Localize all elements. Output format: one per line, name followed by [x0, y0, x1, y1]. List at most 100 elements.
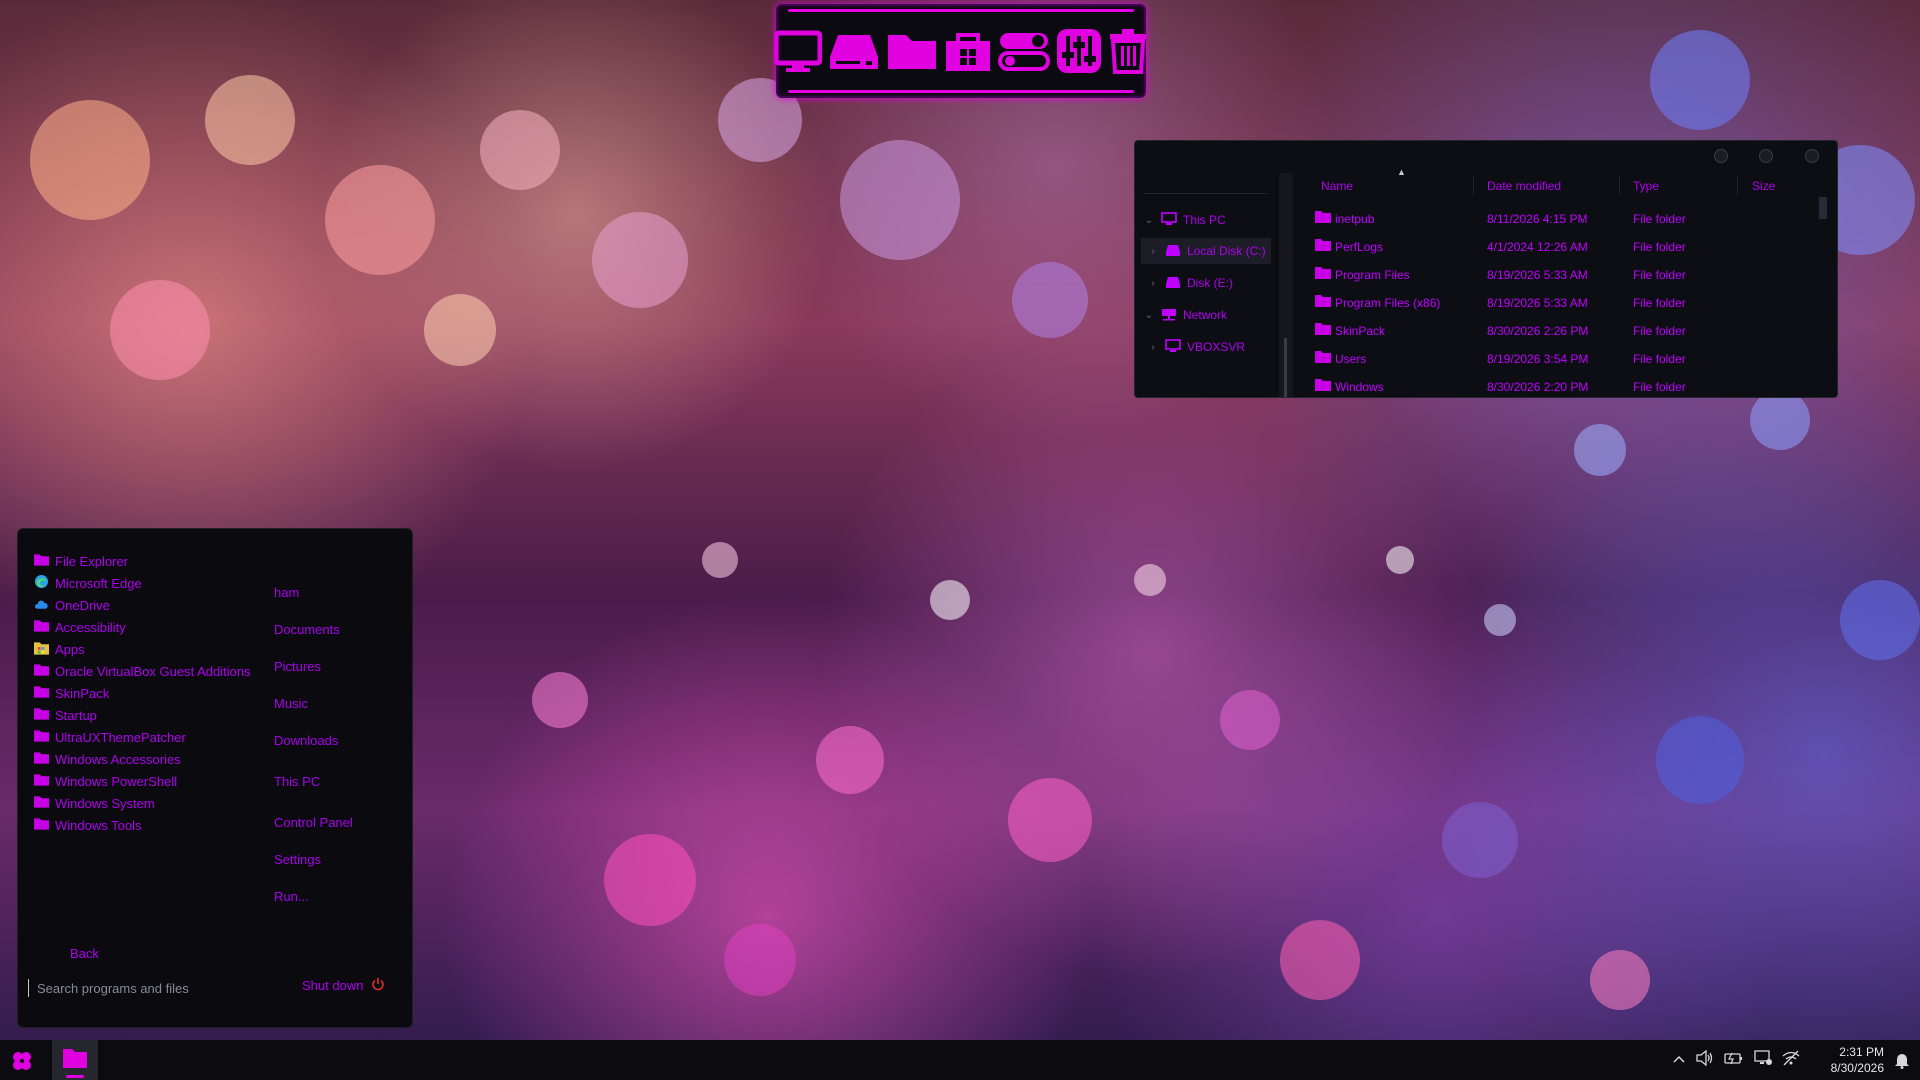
column-header-name[interactable]: Name: [1321, 179, 1353, 193]
maximize-button[interactable]: [1759, 149, 1773, 163]
shutdown-button[interactable]: Shut down: [302, 977, 385, 994]
shutdown-label: Shut down: [302, 978, 364, 993]
network-icon[interactable]: [1754, 1049, 1772, 1071]
program-onedrive[interactable]: OneDrive: [34, 595, 110, 615]
chevron-down-icon[interactable]: ⌄: [1143, 310, 1155, 321]
nav-item-local-disk-c[interactable]: › Local Disk (C:): [1141, 238, 1271, 264]
folder-icon: [34, 707, 49, 723]
program-ultrauxthemepatcher[interactable]: UltraUXThemePatcher: [34, 727, 186, 747]
file-row[interactable]: Windows 8/30/2026 2:20 PM File folder: [1297, 373, 1827, 397]
scrollbar-thumb[interactable]: [1284, 338, 1287, 397]
start-button[interactable]: [10, 1050, 34, 1072]
program-windows-accessories[interactable]: Windows Accessories: [34, 749, 181, 769]
dock-drive-icon[interactable]: [828, 25, 880, 77]
dock-recycle-bin-icon[interactable]: [1108, 25, 1148, 77]
monitor-icon: [1165, 338, 1181, 356]
file-name: SkinPack: [1335, 324, 1386, 338]
file-name: PerfLogs: [1335, 240, 1384, 254]
search-box[interactable]: [28, 973, 268, 1003]
flower-logo-icon: [13, 1052, 31, 1070]
place-pictures[interactable]: Pictures: [274, 659, 321, 674]
program-skinpack[interactable]: SkinPack: [34, 683, 109, 703]
file-date: 4/1/2024 12:26 AM: [1487, 240, 1588, 254]
nav-item-label: VBOXSVR: [1187, 340, 1246, 354]
chevron-right-icon[interactable]: ›: [1147, 278, 1159, 289]
system-tray: [1672, 1040, 1800, 1080]
program-file-explorer[interactable]: File Explorer: [34, 551, 128, 571]
program-label: Apps: [55, 641, 85, 657]
program-microsoft-edge[interactable]: Microsoft Edge: [34, 573, 142, 593]
folder-icon: [34, 553, 49, 569]
place-user-folder[interactable]: ham: [274, 585, 299, 600]
column-header-size[interactable]: Size: [1752, 179, 1775, 193]
volume-icon[interactable]: [1696, 1049, 1714, 1071]
dock-settings-icon[interactable]: [1056, 25, 1102, 77]
file-row[interactable]: Program Files (x86) 8/19/2026 5:33 AM Fi…: [1297, 289, 1827, 317]
dock-toggle-icon[interactable]: [998, 25, 1050, 77]
folder-icon: [34, 751, 49, 767]
chevron-right-icon[interactable]: ›: [1147, 342, 1159, 353]
nav-item-label: This PC: [1183, 213, 1226, 227]
battery-icon[interactable]: [1724, 1050, 1744, 1071]
program-apps[interactable]: Apps: [34, 639, 85, 659]
notification-bell-icon[interactable]: [1894, 1051, 1910, 1074]
nav-item-network[interactable]: ⌄ Network: [1143, 302, 1227, 328]
top-dock: [774, 4, 1148, 98]
file-row[interactable]: inetpub 8/11/2026 4:15 PM File folder: [1297, 205, 1827, 233]
column-header-type[interactable]: Type: [1633, 179, 1659, 193]
column-header-date-modified[interactable]: Date modified: [1487, 179, 1561, 193]
clock[interactable]: 2:31 PM 8/30/2026: [1831, 1044, 1884, 1076]
program-startup[interactable]: Startup: [34, 705, 97, 725]
chevron-up-icon[interactable]: [1672, 1051, 1686, 1069]
apps-icon: [34, 641, 49, 658]
program-label: Windows PowerShell: [55, 773, 178, 789]
close-button[interactable]: [1805, 149, 1819, 163]
nav-item-disk-e[interactable]: › Disk (E:): [1147, 270, 1233, 296]
wifi-off-icon[interactable]: [1782, 1050, 1800, 1071]
file-type: File folder: [1633, 352, 1686, 366]
place-music[interactable]: Music: [274, 696, 308, 711]
place-run[interactable]: Run...: [274, 889, 309, 904]
nav-scrollbar[interactable]: [1279, 173, 1293, 397]
file-row[interactable]: Users 8/19/2026 3:54 PM File folder: [1297, 345, 1827, 373]
dock-store-icon[interactable]: [944, 25, 992, 77]
power-icon[interactable]: [371, 977, 385, 994]
dock-monitor-icon[interactable]: [774, 25, 822, 77]
place-settings[interactable]: Settings: [274, 852, 321, 867]
minimize-button[interactable]: [1714, 149, 1728, 163]
sort-arrow-icon: ▲: [1397, 167, 1406, 177]
file-row[interactable]: SkinPack 8/30/2026 2:26 PM File folder: [1297, 317, 1827, 345]
file-date: 8/19/2026 5:33 AM: [1487, 268, 1588, 282]
taskbar-file-explorer[interactable]: [52, 1040, 98, 1080]
nav-item-this-pc[interactable]: ⌄ This PC: [1143, 207, 1226, 233]
cloud-icon: [34, 598, 49, 613]
place-documents[interactable]: Documents: [274, 622, 340, 637]
program-windows-tools[interactable]: Windows Tools: [34, 815, 141, 835]
program-accessibility[interactable]: Accessibility: [34, 617, 126, 637]
folder-icon: [1315, 378, 1331, 394]
chevron-right-icon[interactable]: ›: [1147, 246, 1159, 257]
place-this-pc[interactable]: This PC: [274, 774, 320, 789]
program-windows-system[interactable]: Windows System: [34, 793, 155, 813]
program-oracle-virtualbox-guest-additions[interactable]: Oracle VirtualBox Guest Additions: [34, 661, 251, 681]
back-button[interactable]: Back: [70, 946, 99, 961]
folder-icon: [1315, 238, 1331, 254]
place-downloads[interactable]: Downloads: [274, 733, 338, 748]
desktop: ⌄ This PC › Local Disk (C:) › Disk (E:) …: [0, 0, 1920, 1080]
nav-item-vboxsvr[interactable]: › VBOXSVR: [1147, 334, 1245, 360]
place-control-panel[interactable]: Control Panel: [274, 815, 353, 830]
file-date: 8/30/2026 2:20 PM: [1487, 380, 1589, 394]
program-label: Microsoft Edge: [55, 575, 142, 591]
dock-folder-icon[interactable]: [886, 25, 938, 77]
program-windows-powershell[interactable]: Windows PowerShell: [34, 771, 177, 791]
program-label: SkinPack: [55, 685, 110, 701]
taskbar: 2:31 PM 8/30/2026: [0, 1040, 1920, 1080]
file-row[interactable]: PerfLogs 4/1/2024 12:26 AM File folder: [1297, 233, 1827, 261]
clock-time: 2:31 PM: [1839, 1045, 1884, 1059]
file-type: File folder: [1633, 240, 1686, 254]
nav-item-label: Network: [1183, 308, 1228, 322]
search-input[interactable]: [35, 979, 259, 997]
chevron-down-icon[interactable]: ⌄: [1143, 215, 1155, 226]
file-row[interactable]: Program Files 8/19/2026 5:33 AM File fol…: [1297, 261, 1827, 289]
program-label: Startup: [55, 707, 97, 723]
